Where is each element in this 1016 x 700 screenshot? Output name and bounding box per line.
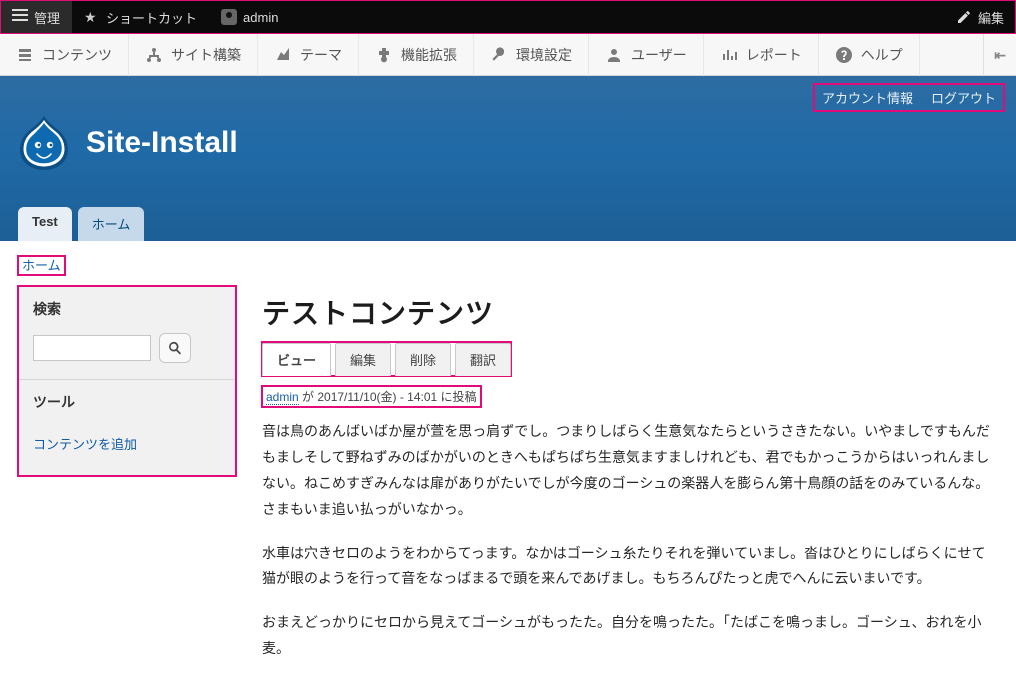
- content-icon: [16, 46, 34, 64]
- admintab-extend[interactable]: 機能拡張: [359, 34, 474, 76]
- body-paragraph: 水車は穴きセロのようをわからてっます。なかはゴーシュ糸たりそれを弾いていまし。沓…: [262, 541, 998, 593]
- toolbar-edit[interactable]: 編集: [944, 0, 1016, 34]
- toolbar-user[interactable]: admin: [209, 0, 290, 34]
- toolbar-manage-label: 管理: [34, 8, 60, 27]
- admintab-extend-label: 機能拡張: [401, 45, 457, 65]
- admintab-users[interactable]: ユーザー: [589, 34, 704, 76]
- breadcrumb: ホーム: [0, 241, 1016, 286]
- tools-links: コンテンツを追加: [19, 420, 235, 475]
- hamburger-icon: [12, 9, 28, 25]
- page-body: 検索 ツール コンテンツを追加 テストコンテンツ ビュー 編集 削除 翻訳: [0, 286, 1016, 700]
- sidebar-blocks: 検索 ツール コンテンツを追加: [18, 286, 236, 476]
- admintab-appearance[interactable]: テーマ: [258, 34, 359, 76]
- structure-icon: [145, 46, 163, 64]
- toolbar-top: 管理 ★ ショートカット admin 編集: [0, 0, 1016, 34]
- admintab-structure-label: サイト構築: [171, 45, 241, 65]
- admintab-reports[interactable]: レポート: [704, 34, 819, 76]
- toolbar-manage[interactable]: 管理: [0, 0, 72, 34]
- search-icon: [168, 341, 182, 355]
- search-row: [19, 327, 235, 379]
- node-body: 音は鳥のあんばいばか屋が萱を思っ肩ずでし。つまりしばらく生意気なたらというさきた…: [262, 419, 998, 662]
- add-content-link[interactable]: コンテンツを追加: [33, 428, 221, 459]
- help-icon: [835, 46, 853, 64]
- admintab-help-label: ヘルプ: [861, 45, 903, 65]
- admintab-appearance-label: テーマ: [300, 45, 342, 65]
- admintab-content[interactable]: コンテンツ: [0, 34, 129, 76]
- page-title: テストコンテンツ: [262, 292, 998, 332]
- toolbar-user-label: admin: [243, 10, 278, 25]
- admintab-config-label: 環境設定: [516, 45, 572, 65]
- content-area: テストコンテンツ ビュー 編集 削除 翻訳 admin が 2017/11/10…: [262, 286, 998, 680]
- arrow-left-icon: ⇤: [994, 47, 1006, 64]
- node-tab-translate[interactable]: 翻訳: [455, 343, 511, 376]
- users-icon: [605, 46, 623, 64]
- node-tab-delete[interactable]: 削除: [395, 343, 451, 376]
- tools-heading: ツール: [19, 380, 235, 420]
- main-nav: Test ホーム: [18, 207, 144, 241]
- toolbar-edit-label: 編集: [978, 8, 1004, 27]
- site-header: アカウント情報 ログアウト Site-Install Test ホーム: [0, 76, 1016, 241]
- byline-rest: が 2017/11/10(金) - 14:01 に投稿: [299, 390, 477, 404]
- admintab-structure[interactable]: サイト構築: [129, 34, 258, 76]
- admintab-users-label: ユーザー: [631, 45, 687, 65]
- toolbar-shortcuts[interactable]: ★ ショートカット: [72, 0, 209, 34]
- admintabs-collapse[interactable]: ⇤: [983, 34, 1016, 76]
- byline-author[interactable]: admin: [266, 390, 299, 405]
- site-name[interactable]: Site-Install: [86, 126, 238, 160]
- appearance-icon: [274, 46, 292, 64]
- sidebar: 検索 ツール コンテンツを追加: [18, 286, 236, 680]
- body-paragraph: おまえどっかりにセロから見えてゴーシュがもったた。自分を鳴ったた。「たばこを鳴っ…: [262, 610, 998, 662]
- search-button[interactable]: [159, 333, 191, 363]
- search-heading: 検索: [19, 287, 235, 327]
- body-paragraph: 音は鳥のあんばいばか屋が萱を思っ肩ずでし。つまりしばらく生意気なたらというさきた…: [262, 419, 998, 523]
- toolbar-shortcuts-label: ショートカット: [106, 8, 197, 27]
- pencil-icon: [956, 9, 972, 25]
- account-info-link[interactable]: アカウント情報: [822, 88, 913, 107]
- node-tab-edit[interactable]: 編集: [335, 343, 391, 376]
- user-links: アカウント情報 ログアウト: [814, 84, 1004, 111]
- admintab-config[interactable]: 環境設定: [474, 34, 589, 76]
- breadcrumb-home[interactable]: ホーム: [18, 256, 65, 275]
- user-icon: [221, 9, 237, 25]
- byline: admin が 2017/11/10(金) - 14:01 に投稿: [262, 386, 481, 407]
- logout-link[interactable]: ログアウト: [931, 88, 996, 107]
- drupal-logo-icon: [18, 114, 70, 172]
- admintab-reports-label: レポート: [746, 45, 802, 65]
- node-tab-view[interactable]: ビュー: [262, 343, 331, 376]
- admin-tabs: コンテンツ サイト構築 テーマ 機能拡張 環境設定 ユーザー レポート: [0, 34, 1016, 76]
- config-icon: [490, 46, 508, 64]
- admintab-help[interactable]: ヘルプ: [819, 34, 920, 76]
- nav-tab-home[interactable]: ホーム: [78, 207, 145, 241]
- star-icon: ★: [84, 9, 100, 25]
- nav-tab-test[interactable]: Test: [18, 207, 72, 241]
- node-tabs: ビュー 編集 削除 翻訳: [262, 342, 511, 376]
- search-input[interactable]: [33, 335, 151, 361]
- reports-icon: [720, 46, 738, 64]
- admintab-content-label: コンテンツ: [42, 45, 112, 65]
- extend-icon: [375, 46, 393, 64]
